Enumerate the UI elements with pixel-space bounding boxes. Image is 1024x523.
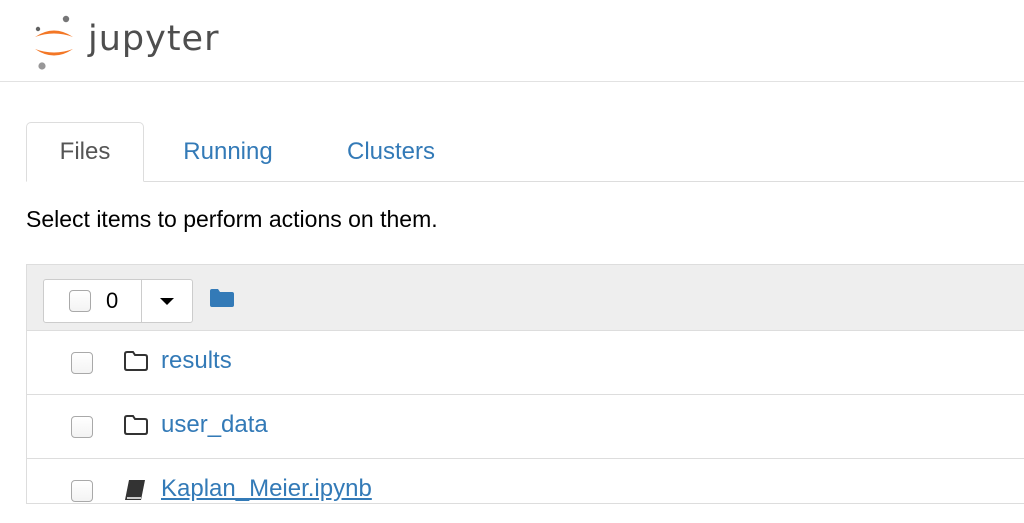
list-item: results	[27, 331, 1024, 395]
breadcrumb-home-folder[interactable]	[209, 288, 235, 313]
item-checkbox[interactable]	[71, 416, 93, 438]
select-all-checkbox[interactable]	[69, 290, 91, 312]
selected-count: 0	[106, 288, 119, 313]
tab-clusters[interactable]: Clusters	[326, 122, 456, 181]
file-list-header: 0	[27, 265, 1024, 331]
tab-files[interactable]: Files	[26, 122, 144, 182]
folder-icon	[210, 289, 234, 307]
item-link[interactable]: Kaplan_Meier.ipynb	[161, 475, 372, 503]
item-link[interactable]: user_data	[161, 411, 268, 439]
instructions-text: Select items to perform actions on them.	[26, 206, 438, 232]
select-button-group: 0	[43, 279, 193, 323]
notebook-icon	[123, 478, 149, 507]
header-bar: jupyter	[0, 0, 1024, 82]
list-item: user_data	[27, 395, 1024, 459]
item-link[interactable]: results	[161, 347, 232, 375]
item-checkbox[interactable]	[71, 480, 93, 502]
tab-running[interactable]: Running	[154, 122, 302, 181]
item-checkbox[interactable]	[71, 352, 93, 374]
logo-text: jupyter	[88, 19, 220, 59]
folder-outline-icon	[123, 350, 149, 377]
caret-down-icon	[160, 297, 174, 305]
select-dropdown-button[interactable]	[142, 280, 192, 322]
list-item: Kaplan_Meier.ipynb	[27, 459, 1024, 523]
tab-bar: Files Running Clusters	[26, 122, 1024, 182]
folder-outline-icon	[123, 414, 149, 441]
jupyter-logo[interactable]: jupyter	[32, 12, 219, 72]
jupyter-logo-icon	[35, 15, 73, 70]
select-all-button[interactable]: 0	[44, 280, 142, 322]
file-list-panel: 0 results user_data Kaplan_Meier.ipynb	[26, 264, 1024, 504]
